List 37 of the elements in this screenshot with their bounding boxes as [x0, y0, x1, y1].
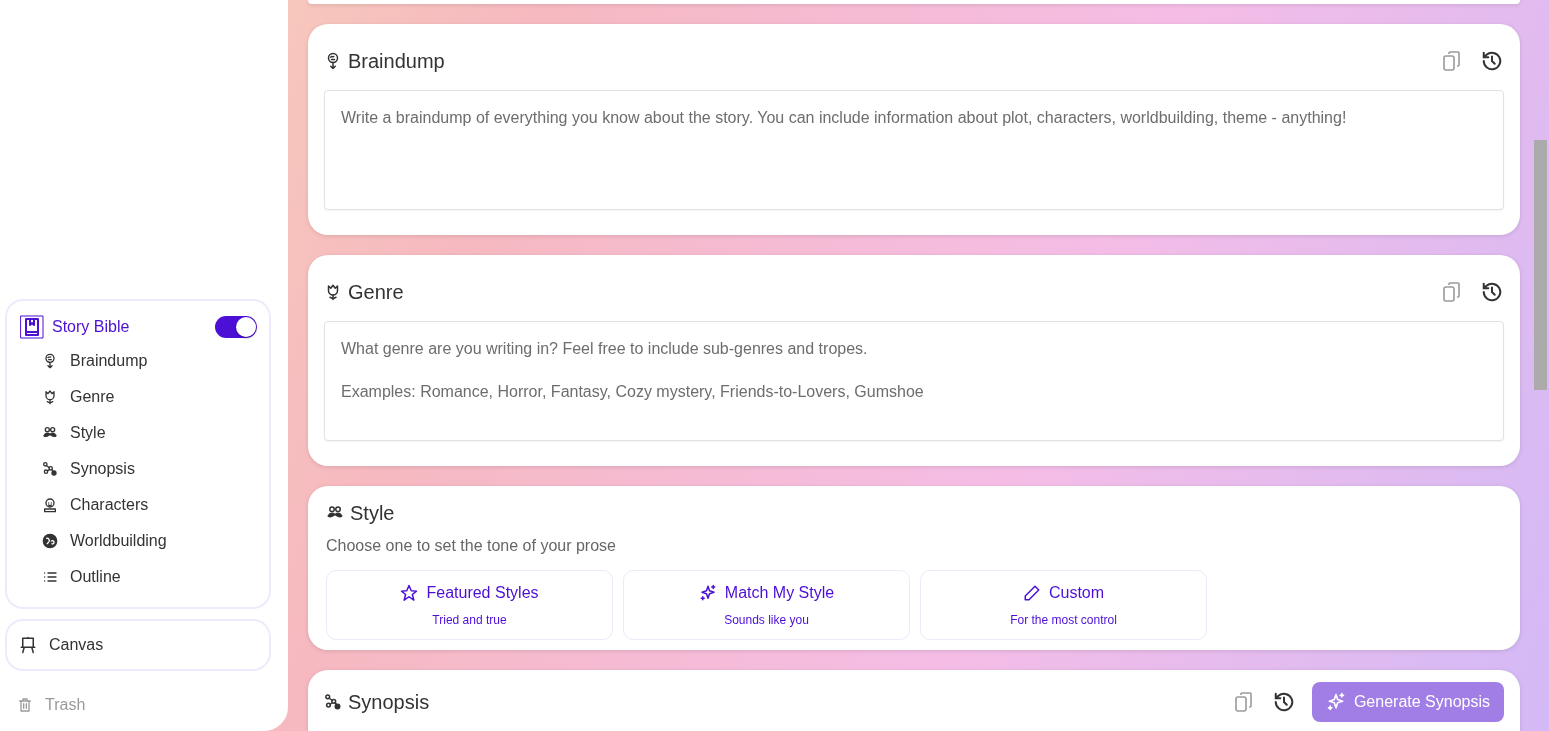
sidebar-item[interactable]: Synopsis — [20, 451, 257, 487]
star-icon — [400, 584, 419, 602]
sidebar-item[interactable]: Characters — [20, 487, 257, 523]
sidebar-item[interactable]: Outline — [20, 559, 257, 595]
sparkles-icon — [698, 584, 717, 602]
nodes-icon — [42, 461, 58, 477]
tulip-icon — [42, 389, 58, 405]
section-title: Genre — [348, 280, 404, 305]
easel-icon — [19, 636, 37, 654]
section-title: Synopsis — [348, 690, 430, 715]
toggle-switch[interactable] — [215, 316, 257, 338]
section-title: Style — [350, 501, 395, 526]
text-area[interactable]: Write a braindump of everything you know about the story. You can include information about plot, characters, worldbuilding, theme - anything! — [324, 90, 1504, 210]
history-icon[interactable] — [1480, 49, 1504, 73]
style-option[interactable]: Custom For the most control — [920, 570, 1207, 640]
person-icon — [42, 497, 58, 513]
book-icon — [20, 315, 44, 339]
sidebar-item[interactable]: Worldbuilding — [20, 523, 257, 559]
list-icon — [42, 569, 58, 585]
nodes-icon — [324, 693, 342, 711]
section-subtitle: Choose one to set the tone of your prose — [326, 536, 617, 556]
sparkles-icon — [1325, 692, 1346, 712]
canvas-item[interactable]: Canvas — [5, 619, 271, 671]
history-icon[interactable] — [1480, 280, 1504, 304]
pencil-icon — [1022, 584, 1041, 602]
brain-icon — [42, 353, 58, 369]
trash-icon — [17, 697, 33, 713]
globe-icon — [42, 533, 58, 549]
story-bible-link[interactable]: Story Bible — [52, 315, 130, 339]
sidebar-item[interactable]: Braindump — [20, 343, 257, 379]
style-option[interactable]: Match My Style Sounds like you — [623, 570, 910, 640]
text-area[interactable]: What genre are you writing in? Feel free to include sub-genres and tropes. Examples: Romance, Horror, Fantasy, Cozy mystery, Friends-to-Lovers, Gumshoe — [324, 321, 1504, 441]
sidebar-item[interactable]: Style — [20, 415, 257, 451]
sidebar-item[interactable]: Genre — [20, 379, 257, 415]
scrollbar-thumb[interactable] — [1534, 140, 1547, 390]
style-option[interactable]: Featured Styles Tried and true — [326, 570, 613, 640]
section-title: Braindump — [348, 49, 445, 74]
